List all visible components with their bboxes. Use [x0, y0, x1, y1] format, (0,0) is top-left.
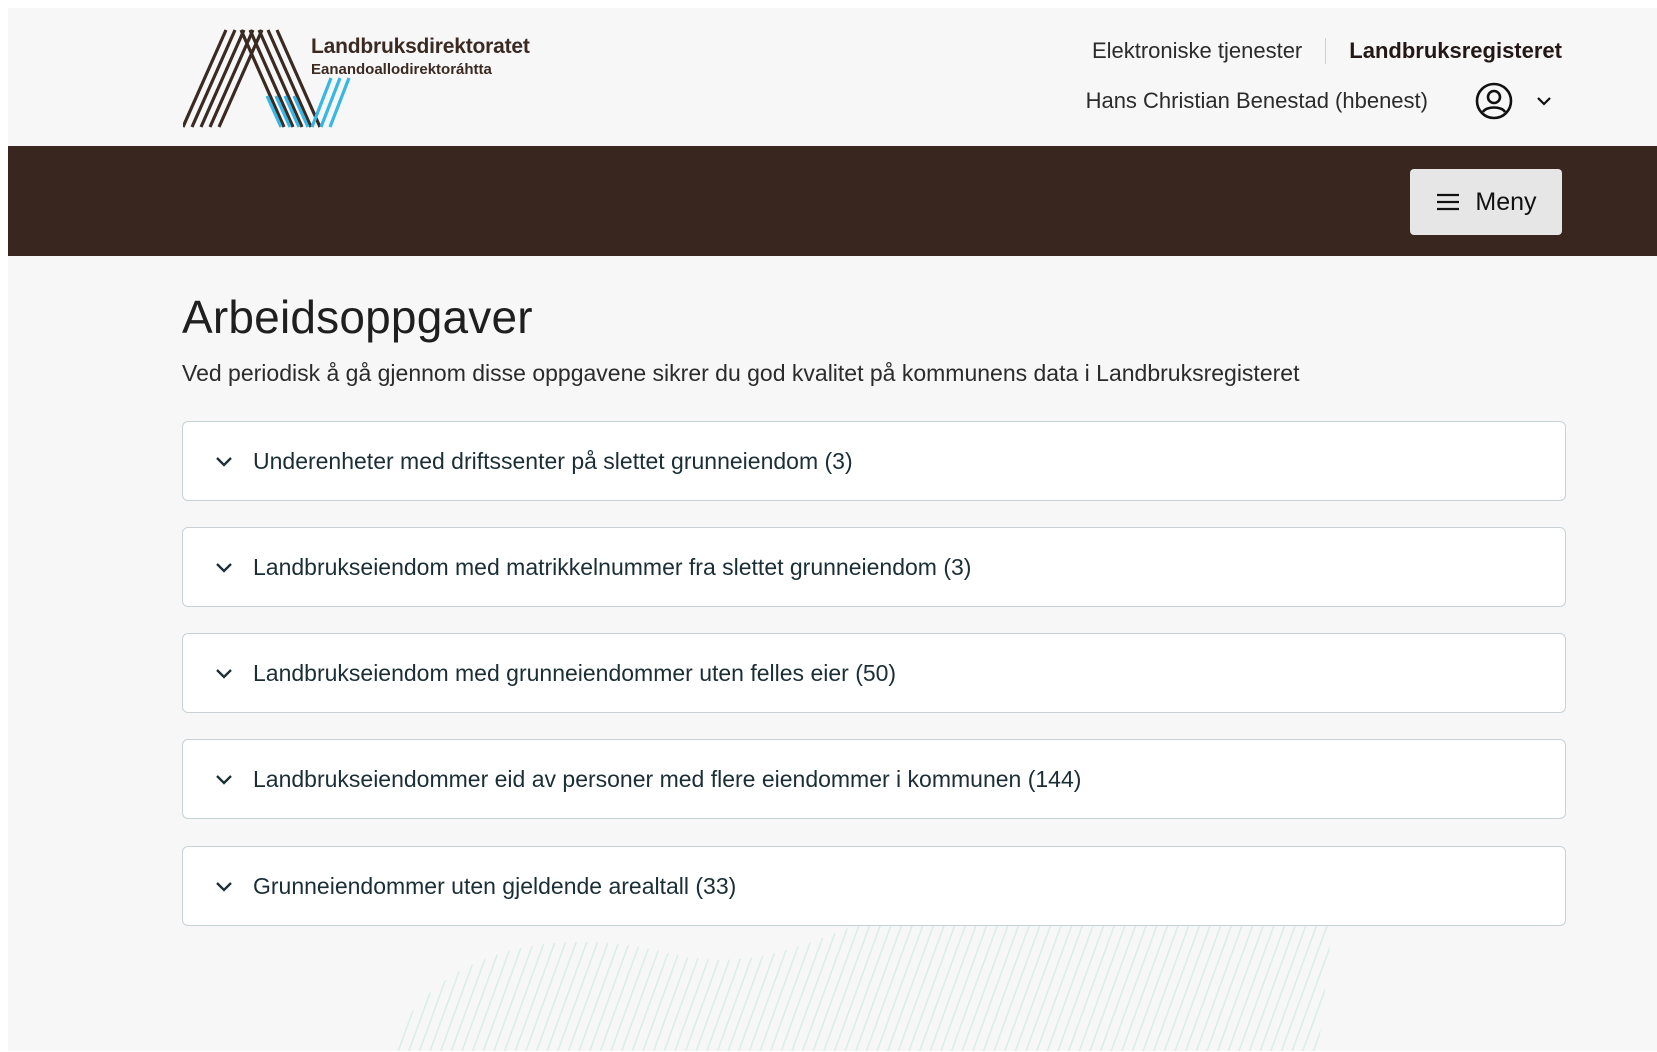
- accordion-label: Grunneiendommer uten gjeldende arealtall…: [253, 872, 737, 899]
- hamburger-icon: [1437, 193, 1460, 211]
- electronic-services-link[interactable]: Elektroniske tjenester: [1092, 38, 1302, 64]
- page-title: Arbeidsoppgaver: [182, 291, 533, 343]
- menu-label: Meny: [1475, 187, 1537, 216]
- chevron-down-icon: [216, 669, 232, 679]
- chevron-down-icon: [216, 882, 232, 892]
- accordion-item[interactable]: Landbrukseiendom med grunneiendommer ute…: [182, 633, 1566, 713]
- accordion-label: Landbrukseiendommer eid av personer med …: [253, 765, 1082, 792]
- link-divider: [1325, 38, 1327, 64]
- logo-subtitle: Eanandoallodirektoráhtta: [311, 61, 492, 78]
- top-links: Elektroniske tjenester Landbruksregister…: [1092, 38, 1562, 64]
- intro-text: Ved periodisk å gå gjennom disse oppgave…: [182, 360, 1300, 386]
- register-link[interactable]: Landbruksregisteret: [1349, 38, 1562, 64]
- user-name: Hans Christian Benestad (hbenest): [1085, 88, 1428, 113]
- user-menu[interactable]: Hans Christian Benestad (hbenest): [1086, 81, 1554, 121]
- chevron-down-icon[interactable]: [1534, 91, 1554, 111]
- main-navbar: Meny: [8, 146, 1657, 256]
- accordion-item[interactable]: Landbrukseiendommer eid av personer med …: [182, 739, 1566, 819]
- logo-name: Landbruksdirektoratet: [311, 35, 530, 58]
- accordion-label: Underenheter med driftssenter på slettet…: [253, 447, 853, 474]
- logo[interactable]: Landbruksdirektoratet Eanandoallodirekto…: [183, 28, 553, 138]
- site-header: Landbruksdirektoratet Eanandoallodirekto…: [8, 8, 1657, 146]
- accordion-item[interactable]: Landbrukseiendom med matrikkelnummer fra…: [182, 527, 1566, 607]
- accordion-label: Landbrukseiendom med matrikkelnummer fra…: [253, 553, 972, 580]
- accordion-item[interactable]: Underenheter med driftssenter på slettet…: [182, 421, 1566, 501]
- user-circle-icon[interactable]: [1474, 81, 1514, 121]
- chevron-down-icon: [216, 563, 232, 573]
- accordion-item[interactable]: Grunneiendommer uten gjeldende arealtall…: [182, 846, 1566, 926]
- menu-button[interactable]: Meny: [1410, 169, 1562, 235]
- page: Landbruksdirektoratet Eanandoallodirekto…: [8, 8, 1657, 1051]
- accordion-label: Landbrukseiendom med grunneiendommer ute…: [253, 659, 897, 686]
- chevron-down-icon: [216, 457, 232, 467]
- chevron-down-icon: [216, 775, 232, 785]
